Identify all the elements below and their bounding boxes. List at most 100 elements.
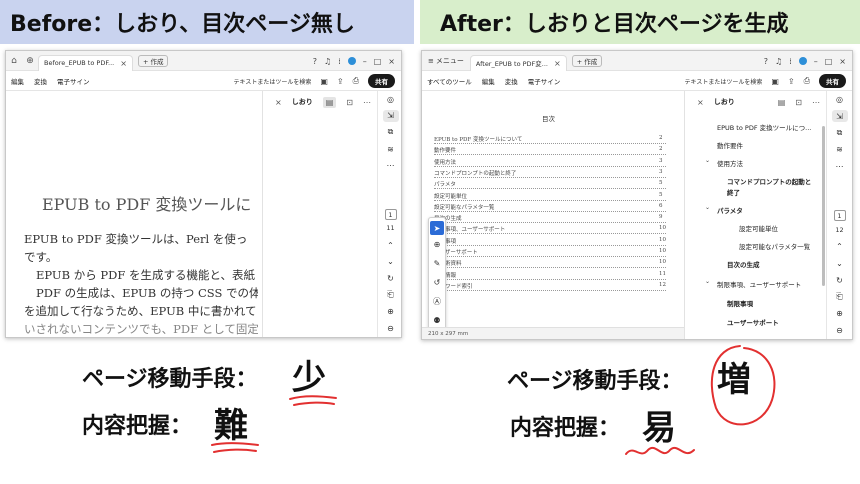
bell-icon[interactable]: ♫ (324, 57, 331, 66)
avatar[interactable] (798, 57, 807, 65)
before-document-tab[interactable]: Before_EPUB to PDF... × (38, 54, 133, 71)
bell-icon[interactable]: ♫ (775, 57, 782, 66)
apps-icon[interactable]: ⁞ (789, 57, 792, 66)
extract-page-icon[interactable]: ⎗ (836, 288, 842, 305)
after-document-tab[interactable]: After_EPUB to PDF変... × (469, 54, 567, 71)
scroll-up-icon[interactable]: ⌃ (387, 237, 394, 254)
pages-icon[interactable]: ⧉ (837, 124, 843, 141)
rotate-icon[interactable]: ↻ (387, 270, 394, 287)
bookmark-icon[interactable]: ⊡ (795, 98, 802, 107)
upload-icon[interactable]: ⇪ (788, 77, 795, 86)
bookmark-scrollbar[interactable] (822, 126, 825, 286)
toolbar-convert[interactable]: 変換 (500, 76, 523, 86)
zoom-in-icon[interactable]: ⊕ (836, 305, 843, 322)
maximize-icon[interactable]: □ (825, 57, 833, 66)
chevron-down-icon[interactable]: ⌄ (705, 157, 710, 164)
ai-assistant-icon[interactable]: ◎ (387, 91, 394, 108)
apps-icon[interactable]: ⁞ (338, 57, 341, 66)
close-tab-icon[interactable]: × (554, 59, 561, 68)
pages-icon[interactable]: ⧉ (388, 124, 394, 141)
toc-entry[interactable]: 他技術資料 (434, 259, 666, 269)
toolbar-edit[interactable]: 編集 (6, 76, 29, 86)
layers-icon[interactable]: ≋ (387, 141, 394, 158)
upload-icon[interactable]: ⇪ (337, 77, 344, 86)
bookmark-item[interactable]: 設定可能なパラメタ一覧 (739, 241, 810, 251)
toolbar-all-tools[interactable]: すべてのツール (422, 76, 477, 86)
toc-entry[interactable]: キーワード索引 (434, 282, 666, 291)
toolbar-convert[interactable]: 変換 (29, 76, 52, 86)
more-tools-icon[interactable]: ⋯ (836, 158, 844, 175)
chevron-down-icon[interactable]: ⌄ (705, 278, 710, 285)
toc-entry[interactable]: 更新情報 (434, 271, 666, 280)
bookmark-item[interactable]: コマンドプロンプトの起動と (727, 176, 811, 186)
current-page-field[interactable]: 1 (833, 210, 846, 222)
zoom-out-icon[interactable]: ⊖ (836, 322, 843, 339)
bookmark-add-icon[interactable]: ▤ (322, 96, 337, 108)
text-box-icon[interactable]: Ⓐ (429, 292, 445, 311)
home-icon[interactable]: ⌂ (6, 56, 22, 66)
chevron-down-icon[interactable]: ⌄ (705, 204, 710, 211)
globe-icon[interactable]: ⊕ (22, 56, 38, 66)
more-options-icon[interactable]: ⋯ (812, 98, 820, 107)
bookmarks-panel-icon[interactable]: ⇲ (382, 109, 399, 123)
close-window-icon[interactable]: × (839, 57, 846, 66)
help-icon[interactable]: ? (764, 57, 768, 66)
bookmark-item[interactable]: 終了 (727, 187, 740, 197)
bookmark-item[interactable]: 設定可能単位 (739, 223, 778, 233)
layers-icon[interactable]: ≋ (836, 141, 843, 158)
extract-page-icon[interactable]: ⎗ (387, 287, 393, 304)
toolbar-esign[interactable]: 電子サイン (523, 76, 566, 86)
help-icon[interactable]: ? (313, 57, 317, 66)
bookmark-item[interactable]: 動作要件 (717, 140, 743, 150)
maximize-icon[interactable]: □ (374, 57, 382, 66)
select-cursor-icon[interactable]: ➤ (430, 221, 444, 235)
highlight-pen-icon[interactable]: ✎ (429, 254, 445, 273)
bookmark-item[interactable]: 目次の生成 (727, 259, 760, 269)
bookmark-item[interactable]: EPUB to PDF 変換ツールにつ... (717, 122, 811, 132)
zoom-in-icon[interactable]: ⊕ (387, 304, 394, 321)
bookmark-item[interactable]: 使用方法 (717, 158, 743, 168)
avatar[interactable] (347, 57, 356, 65)
minimize-icon[interactable]: – (363, 57, 367, 66)
toc-entry[interactable]: 制限事項 (434, 237, 666, 246)
bookmarks-panel-icon[interactable]: ⇲ (831, 109, 848, 123)
ai-assistant-icon[interactable]: ◎ (836, 91, 843, 108)
share-button[interactable]: 共有 (819, 74, 846, 88)
draw-icon[interactable]: ↺ (429, 273, 445, 292)
bookmark-item[interactable]: ユーザーサポート (727, 317, 779, 327)
bookmark-icon[interactable]: ⊡ (346, 98, 353, 107)
toc-entry[interactable]: コマンドプロンプトの起動と終了 (434, 169, 666, 178)
more-tools-icon[interactable]: ⋯ (387, 157, 395, 174)
toc-entry[interactable]: 目次の生成 (434, 214, 666, 224)
toc-entry[interactable]: 動作要件 (434, 146, 666, 156)
zoom-out-icon[interactable]: ⊖ (387, 320, 394, 337)
new-tab-button[interactable]: + 作成 (137, 54, 169, 67)
minimize-icon[interactable]: – (814, 57, 818, 66)
toc-entry[interactable]: ユーザーサポート (434, 248, 666, 257)
rotate-icon[interactable]: ↻ (836, 272, 843, 289)
close-tab-icon[interactable]: × (120, 59, 127, 68)
close-panel-icon[interactable]: × (697, 98, 704, 107)
search-tools-field[interactable]: テキストまたはツールを検索 (234, 77, 312, 86)
toolbar-edit[interactable]: 編集 (477, 76, 500, 86)
close-window-icon[interactable]: × (388, 57, 395, 66)
more-options-icon[interactable]: ⋯ (363, 98, 371, 107)
before-document-view[interactable]: EPUB to PDF 変換ツールに EPUB to PDF 変換ツールは、Pe… (6, 91, 258, 337)
toolbar-esign[interactable]: 電子サイン (52, 76, 95, 86)
after-document-view[interactable]: 目次 EPUB to PDF 変換ツールについて 2 動作要件 2 使用方法 3 コマンドプ… (422, 91, 684, 339)
toc-entry[interactable]: 制限事項、ユーザーサポート (434, 225, 666, 235)
toc-entry[interactable]: 設定可能なパラメタ一覧 (434, 203, 666, 212)
comment-icon[interactable]: ⊕ (429, 235, 445, 254)
bookmark-item[interactable]: 制限事項、ユーザーサポート (717, 279, 801, 289)
scroll-down-icon[interactable]: ⌄ (836, 255, 843, 272)
scroll-down-icon[interactable]: ⌄ (387, 254, 394, 271)
toc-entry[interactable]: パラメタ (434, 180, 666, 190)
share-button[interactable]: 共有 (368, 74, 395, 88)
save-icon[interactable]: ▣ (320, 77, 328, 86)
search-tools-field[interactable]: テキストまたはツールを検索 (685, 77, 763, 86)
toc-entry[interactable]: 使用方法 (434, 158, 666, 167)
print-icon[interactable]: ⎙ (804, 76, 810, 86)
close-panel-icon[interactable]: × (275, 98, 282, 107)
menu-button[interactable]: ≡ メニュー (422, 56, 470, 66)
bookmark-item[interactable]: 制限事項 (727, 298, 753, 308)
